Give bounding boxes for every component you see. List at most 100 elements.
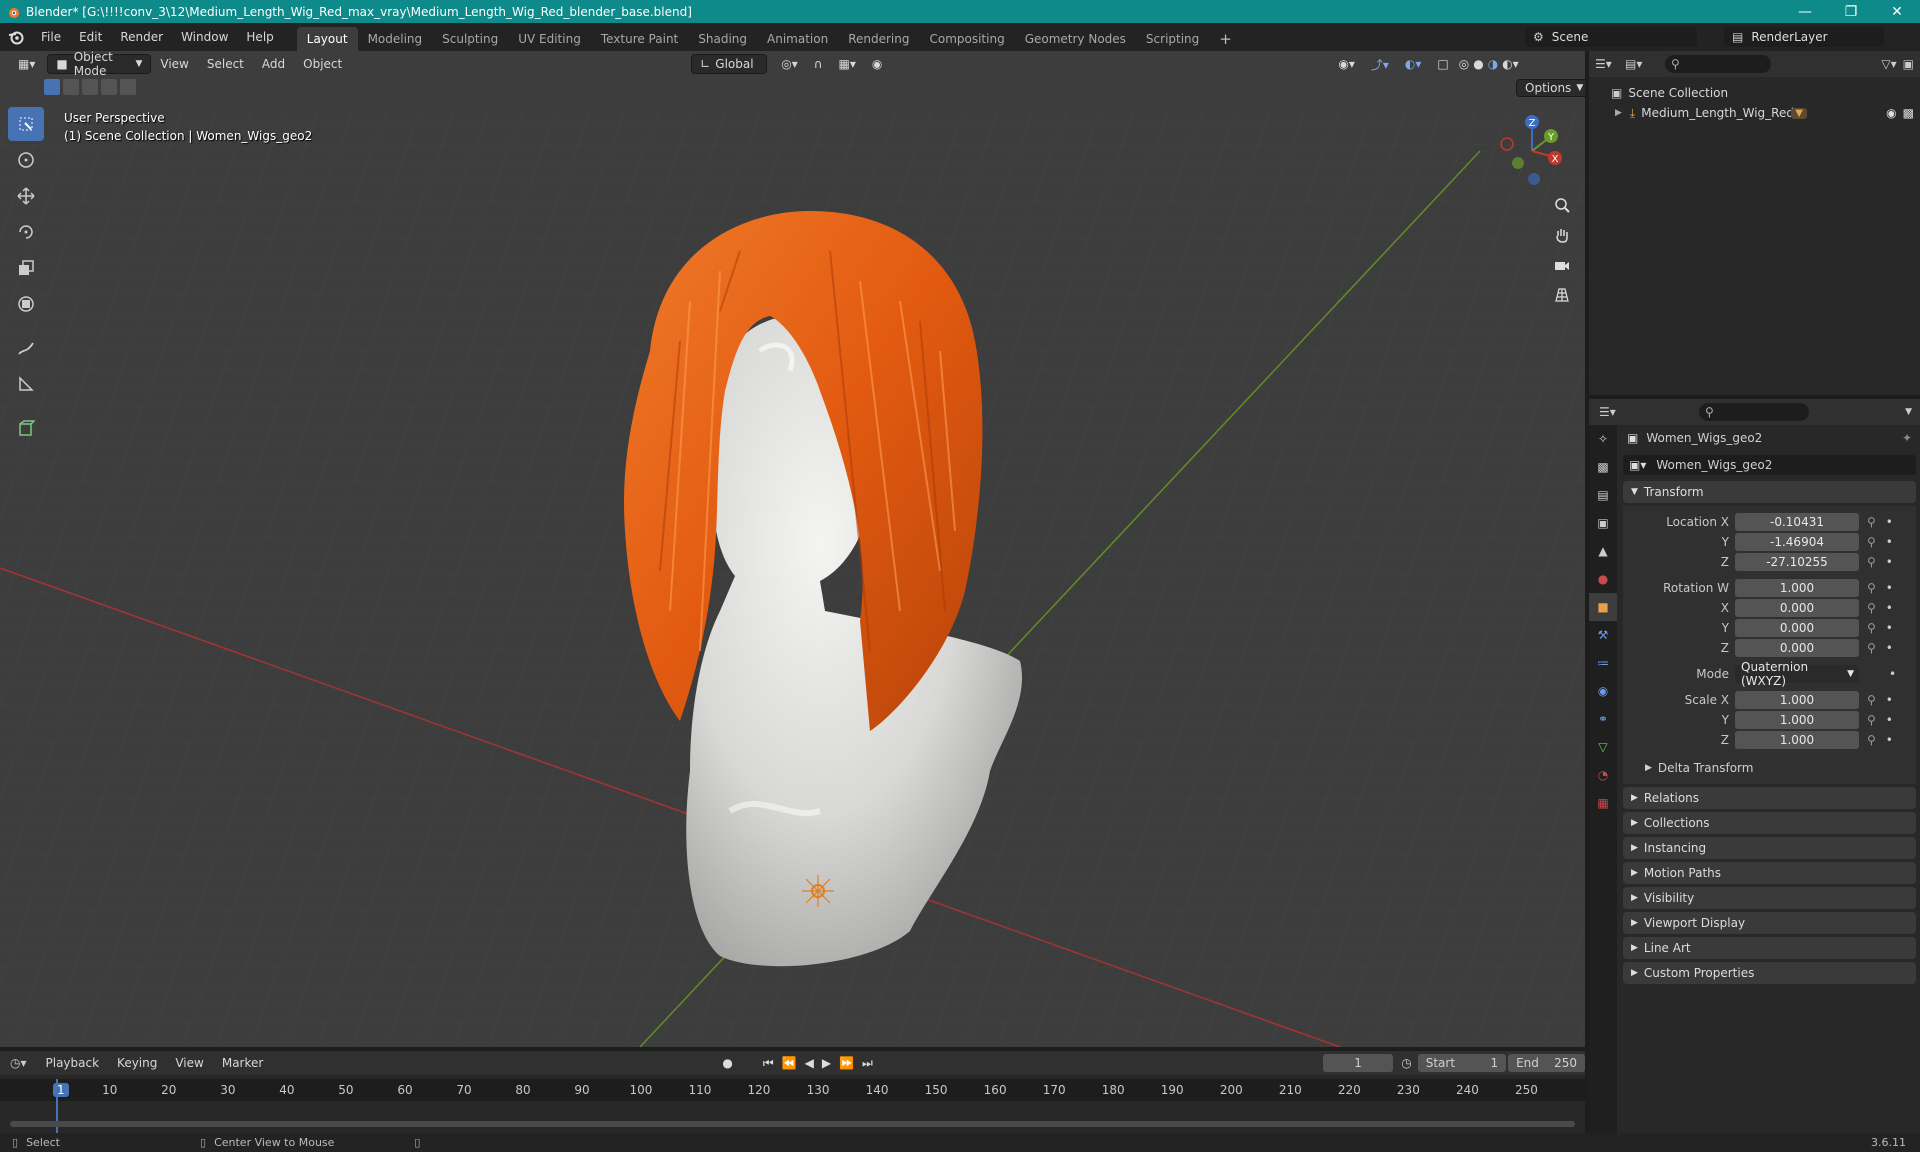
keyframe-dot-icon[interactable]: •	[1886, 693, 1893, 707]
outliner-editor-type-icon[interactable]: ☰▾	[1595, 57, 1625, 71]
object-tab-icon[interactable]: ■	[1589, 593, 1617, 621]
mode-selector[interactable]: ■ Object Mode ▼	[47, 51, 152, 78]
lock-icon[interactable]: ⚲	[1867, 693, 1876, 707]
lock-icon[interactable]: ⚲	[1867, 555, 1876, 569]
menu-render[interactable]: Render	[111, 23, 172, 51]
viewport-menu-select[interactable]: Select	[198, 52, 253, 76]
scene-selector[interactable]: ⚙ Scene	[1525, 27, 1697, 47]
relations-panel[interactable]: ▶ Relations	[1623, 787, 1916, 809]
proportional-edit-icon[interactable]: ◉	[864, 54, 890, 74]
line-art-panel[interactable]: ▶ Line Art	[1623, 937, 1916, 959]
camera-render-icon[interactable]: ▩	[1903, 106, 1914, 120]
eye-icon[interactable]: ◉	[1886, 106, 1896, 120]
delta-transform-subpanel[interactable]: ▶ Delta Transform	[1623, 758, 1916, 778]
lock-icon[interactable]: ⚲	[1867, 713, 1876, 727]
navigation-gizmo[interactable]: Z Y X	[1492, 111, 1572, 191]
tab-layout[interactable]: Layout	[296, 27, 358, 51]
material-shading-icon[interactable]: ◑	[1486, 54, 1500, 74]
visibility-icon[interactable]: ◉▾	[1330, 54, 1363, 74]
transform-tool-icon[interactable]	[8, 287, 44, 321]
location-y-field[interactable]: -1.46904	[1735, 533, 1859, 551]
add-workspace-icon[interactable]: +	[1209, 27, 1242, 51]
object-data-name-field[interactable]: ▣▾ Women_Wigs_geo2	[1623, 455, 1916, 475]
options-dropdown[interactable]: Options ▼	[1516, 79, 1585, 97]
world-tab-icon[interactable]: ●	[1589, 565, 1617, 593]
location-z-field[interactable]: -27.10255	[1735, 553, 1859, 571]
keyframe-dot-icon[interactable]: •	[1886, 621, 1893, 635]
keyframe-dot-icon[interactable]: •	[1886, 535, 1893, 549]
select-invert-icon[interactable]	[101, 79, 117, 95]
keyframe-dot-icon[interactable]: •	[1886, 515, 1893, 529]
frame-ruler[interactable]: 1 10 20 30 40 50 60 70 80 90 100 110 120 130 140 150 160…	[0, 1079, 1585, 1101]
current-frame-field[interactable]: 1	[1322, 1054, 1394, 1072]
keyframe-dot-icon[interactable]: •	[1886, 733, 1893, 747]
tab-compositing[interactable]: Compositing	[919, 27, 1014, 51]
outliner-item[interactable]: ▶ ⤓ Medium_Length_Wig_Red ▼ ◉ ▩	[1589, 103, 1920, 123]
tab-geometry-nodes[interactable]: Geometry Nodes	[1015, 27, 1136, 51]
scale-x-field[interactable]: 1.000	[1735, 691, 1859, 709]
jump-start-icon[interactable]: ⏮	[763, 1056, 774, 1071]
measure-tool-icon[interactable]	[8, 367, 44, 401]
custom-properties-panel[interactable]: ▶ Custom Properties	[1623, 962, 1916, 984]
instancing-panel[interactable]: ▶ Instancing	[1623, 837, 1916, 859]
rotation-mode-dropdown[interactable]: Quaternion (WXYZ) ▼	[1735, 660, 1859, 688]
solid-shading-icon[interactable]: ●	[1471, 54, 1485, 74]
perspective-toggle-icon[interactable]	[1548, 281, 1576, 309]
rotation-x-field[interactable]: 0.000	[1735, 599, 1859, 617]
lock-icon[interactable]: ⚲	[1867, 733, 1876, 747]
tab-animation[interactable]: Animation	[757, 27, 838, 51]
pin-icon[interactable]: ✦	[1902, 431, 1912, 445]
tab-shading[interactable]: Shading	[688, 27, 757, 51]
menu-window[interactable]: Window	[172, 23, 237, 51]
next-keyframe-icon[interactable]: ⏩	[839, 1056, 854, 1070]
tool-tab-icon[interactable]: ✧	[1589, 425, 1617, 453]
camera-view-icon[interactable]	[1548, 251, 1576, 279]
add-cube-tool-icon[interactable]	[8, 411, 44, 445]
wireframe-shading-icon[interactable]: ◎	[1457, 54, 1471, 74]
data-tab-icon[interactable]: ▽	[1589, 733, 1617, 761]
timeline-scrollbar[interactable]	[10, 1121, 1575, 1127]
rotation-w-field[interactable]: 1.000	[1735, 579, 1859, 597]
particles-tab-icon[interactable]: ≔	[1589, 649, 1617, 677]
menu-file[interactable]: File	[32, 23, 70, 51]
play-reverse-icon[interactable]: ◀	[805, 1056, 814, 1070]
timeline-menu-playback[interactable]: Playback	[37, 1051, 109, 1075]
record-icon[interactable]: ●	[722, 1056, 732, 1070]
output-tab-icon[interactable]: ▤	[1589, 481, 1617, 509]
tab-scripting[interactable]: Scripting	[1136, 27, 1209, 51]
3d-viewport[interactable]: ▦▾ ■ Object Mode ▼ View Select Add Objec…	[0, 51, 1585, 1047]
collections-panel[interactable]: ▶ Collections	[1623, 812, 1916, 834]
properties-editor-type-icon[interactable]: ☰▾	[1589, 405, 1629, 419]
select-subtract-icon[interactable]	[82, 79, 98, 95]
render-layer-selector[interactable]: ▤ RenderLayer	[1724, 27, 1884, 47]
clock-icon[interactable]: ◷	[1401, 1056, 1411, 1070]
lock-icon[interactable]: ⚲	[1867, 641, 1876, 655]
view-layer-tab-icon[interactable]: ▣	[1589, 509, 1617, 537]
modifier-tab-icon[interactable]: ⚒	[1589, 621, 1617, 649]
expand-arrow-icon[interactable]: ▶	[1615, 108, 1622, 118]
timeline-menu-marker[interactable]: Marker	[213, 1051, 272, 1075]
tab-rendering[interactable]: Rendering	[838, 27, 919, 51]
keyframe-dot-icon[interactable]: •	[1886, 713, 1893, 727]
jump-end-icon[interactable]: ⏭	[862, 1056, 873, 1071]
motion-paths-panel[interactable]: ▶ Motion Paths	[1623, 862, 1916, 884]
timeline-editor-type-icon[interactable]: ◷▾	[0, 1056, 37, 1070]
menu-help[interactable]: Help	[237, 23, 282, 51]
lock-icon[interactable]: ⚲	[1867, 601, 1876, 615]
rotation-y-field[interactable]: 0.000	[1735, 619, 1859, 637]
pan-hand-icon[interactable]	[1548, 221, 1576, 249]
blender-menu-icon[interactable]	[0, 29, 32, 45]
snap-target-icon[interactable]: ▦▾	[831, 54, 864, 74]
scene-collection-row[interactable]: ▣ Scene Collection	[1589, 83, 1920, 103]
rotate-tool-icon[interactable]	[8, 215, 44, 249]
timeline-menu-view[interactable]: View	[166, 1051, 212, 1075]
keyframe-dot-icon[interactable]: •	[1886, 555, 1893, 569]
annotate-tool-icon[interactable]	[8, 331, 44, 365]
viewport-display-panel[interactable]: ▶ Viewport Display	[1623, 912, 1916, 934]
keyframe-dot-icon[interactable]: •	[1886, 641, 1893, 655]
move-tool-icon[interactable]	[8, 179, 44, 213]
lock-icon[interactable]: ⚲	[1867, 535, 1876, 549]
select-box-tool-icon[interactable]	[8, 107, 44, 141]
rendered-shading-icon[interactable]: ◐▾	[1500, 54, 1521, 74]
scale-y-field[interactable]: 1.000	[1735, 711, 1859, 729]
